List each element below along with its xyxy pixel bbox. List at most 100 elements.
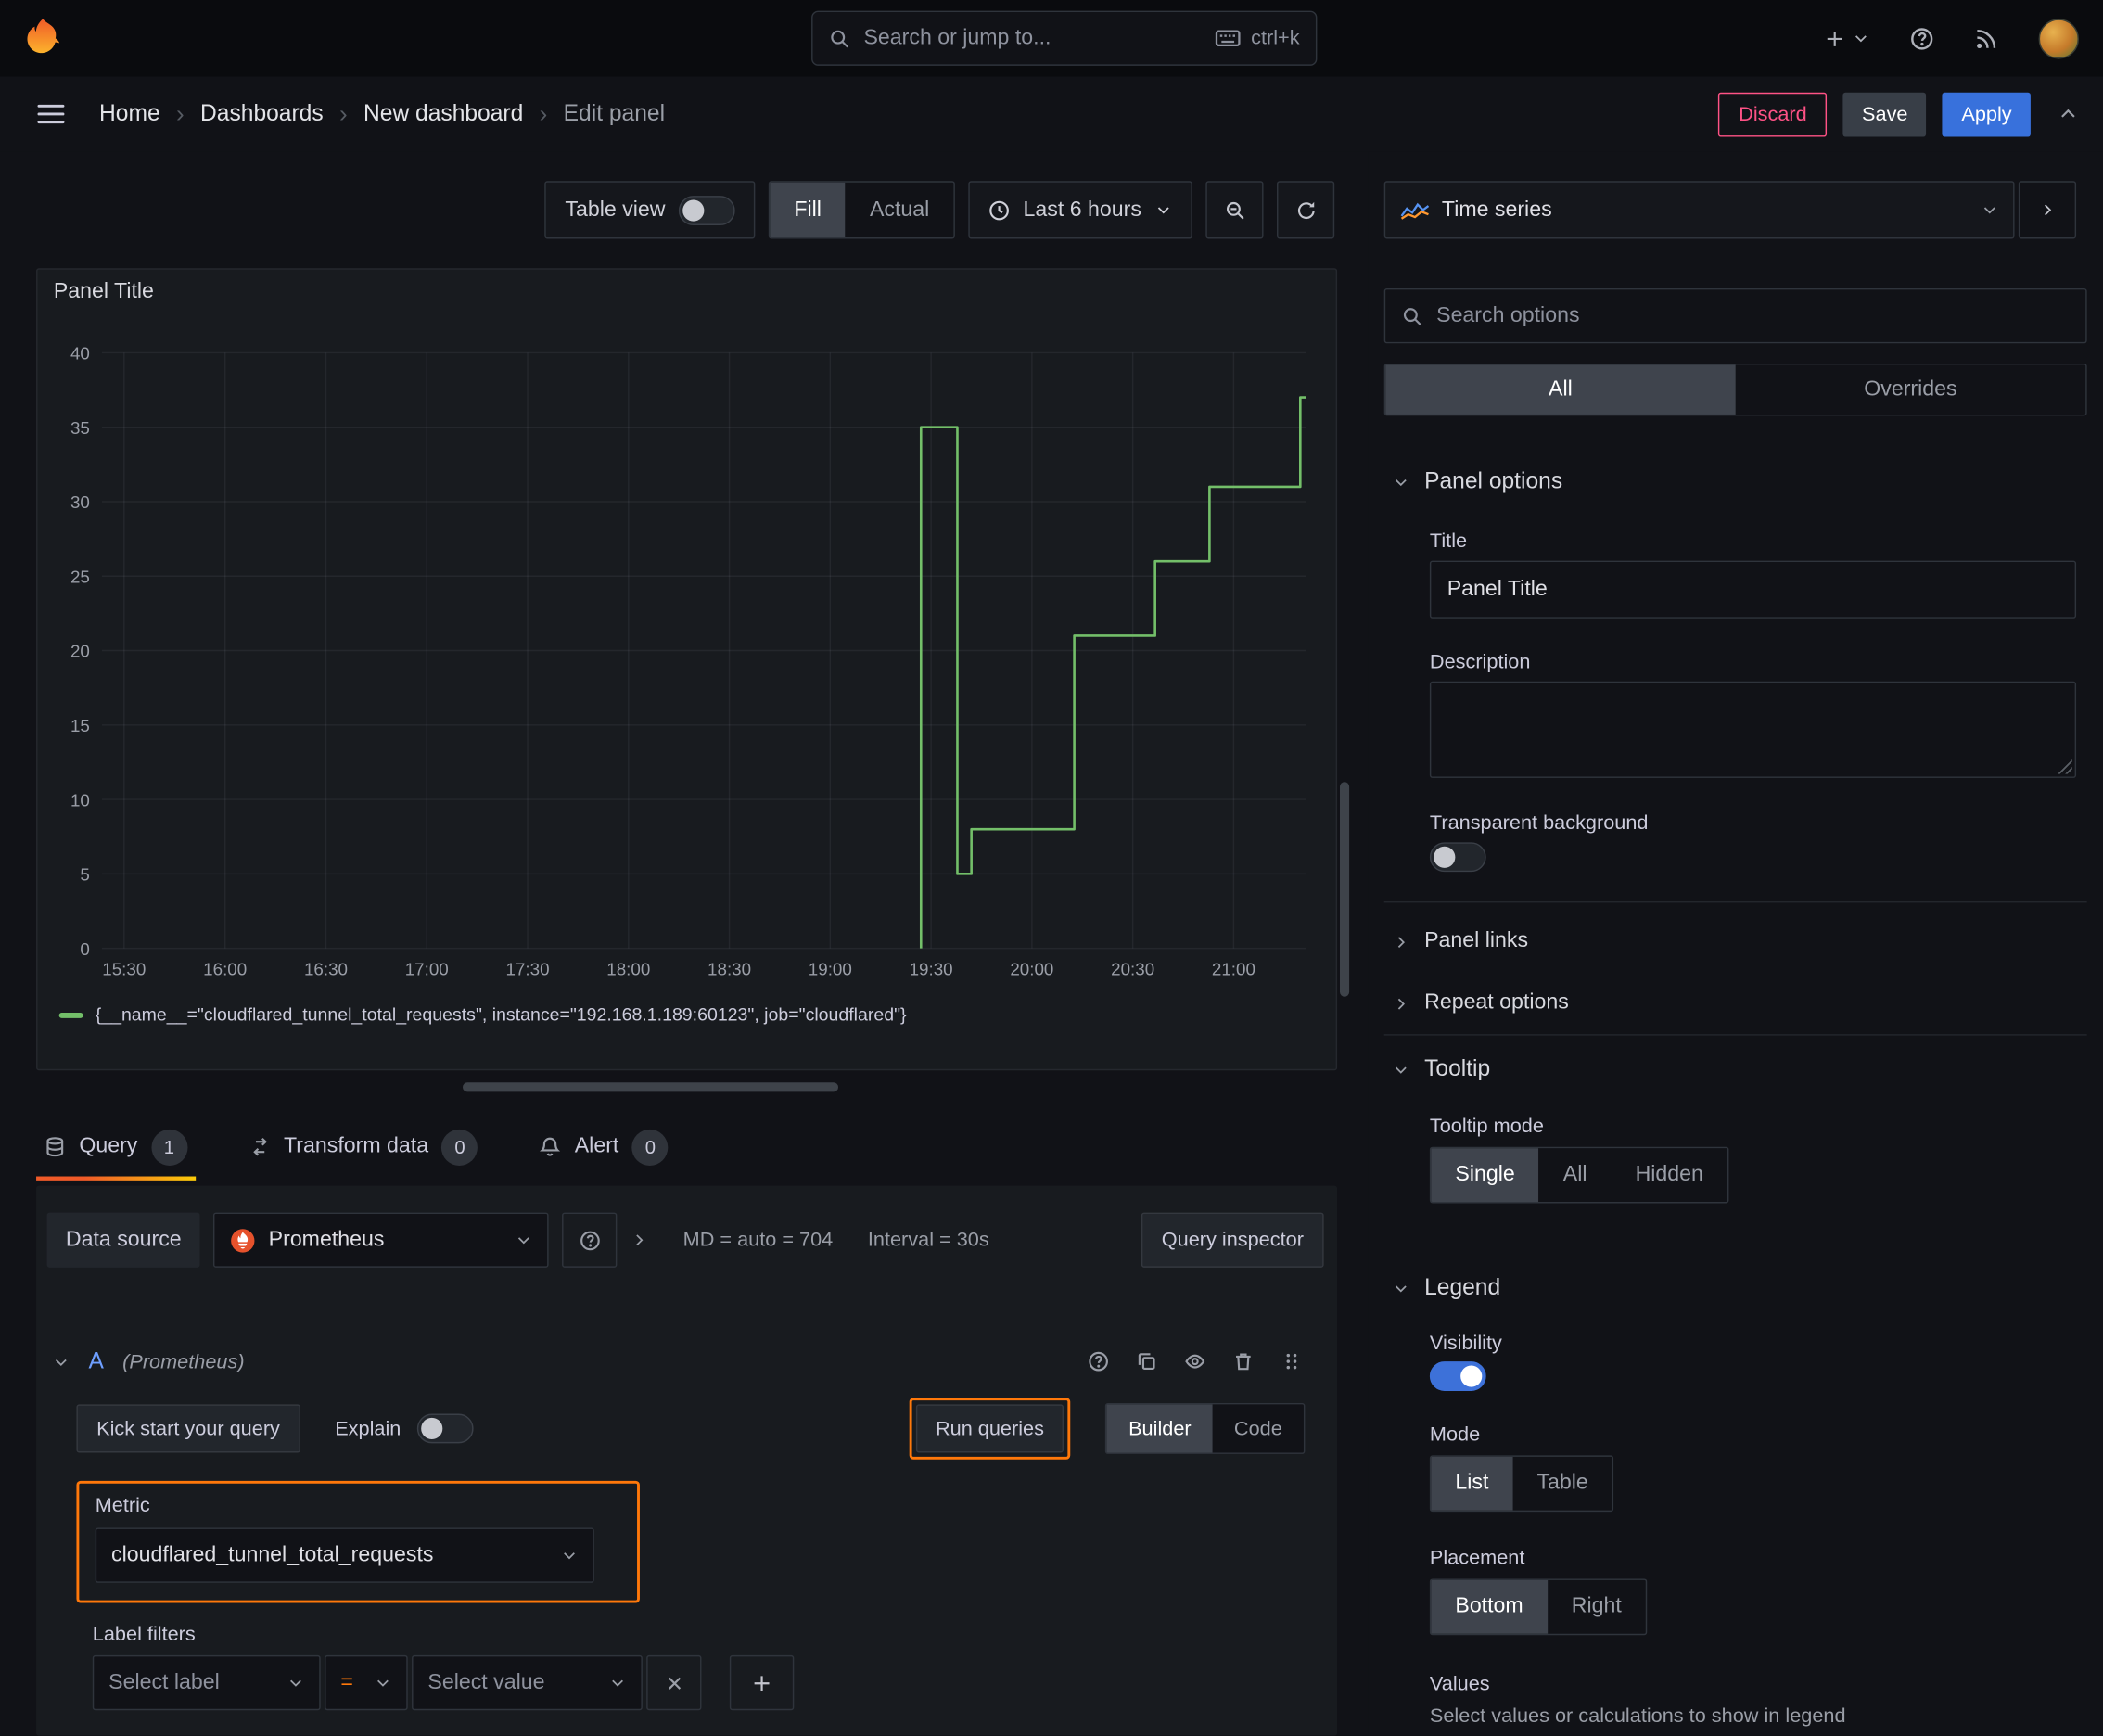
help-icon xyxy=(1910,26,1934,50)
zoom-out-icon xyxy=(1224,199,1245,221)
svg-text:20:00: 20:00 xyxy=(1010,960,1053,979)
query-actions-row: Kick start your query Explain Run querie… xyxy=(76,1397,1306,1461)
legend-label[interactable]: {__name__="cloudflared_tunnel_total_requ… xyxy=(96,1004,907,1025)
description-label: Description xyxy=(1429,650,1531,674)
resize-handle[interactable] xyxy=(2056,758,2072,774)
panel-options-header[interactable]: Panel options xyxy=(1392,468,1562,495)
tab-all[interactable]: All xyxy=(1385,364,1736,415)
explain-control: Explain xyxy=(335,1413,474,1444)
datasource-row: Data source Prometheus MD = auto = 704 I… xyxy=(46,1212,1324,1268)
values-label: Values xyxy=(1429,1672,1490,1696)
search-options-input[interactable]: Search options xyxy=(1383,287,2087,344)
prometheus-icon xyxy=(230,1227,257,1254)
legend-mode-label: Mode xyxy=(1429,1423,1481,1447)
fill-option[interactable]: Fill xyxy=(770,182,846,238)
query-row-header: A (Prometheus) xyxy=(52,1334,1302,1390)
save-button[interactable]: Save xyxy=(1842,92,1927,136)
title-input[interactable]: Panel Title xyxy=(1429,560,2077,619)
repeat-options-row[interactable]: Repeat options xyxy=(1392,973,2086,1035)
bell-icon xyxy=(540,1136,561,1157)
tooltip-mode-hidden[interactable]: Hidden xyxy=(1612,1148,1727,1202)
vertical-scrollbar[interactable] xyxy=(1339,782,1350,997)
run-queries-highlight: Run queries xyxy=(909,1398,1071,1460)
explain-toggle[interactable] xyxy=(416,1413,474,1444)
description-textarea[interactable] xyxy=(1429,681,2077,778)
run-queries-button[interactable]: Run queries xyxy=(915,1404,1064,1453)
select-label-placeholder: Select label xyxy=(108,1670,220,1694)
news-button[interactable] xyxy=(1974,26,1998,50)
menu-toggle-icon[interactable] xyxy=(37,104,65,124)
help-button[interactable] xyxy=(1910,26,1934,50)
discard-button[interactable]: Discard xyxy=(1718,92,1828,136)
help-icon xyxy=(580,1230,601,1251)
search-input[interactable]: Search or jump to... ctrl+k xyxy=(811,10,1318,66)
placement-right[interactable]: Right xyxy=(1548,1580,1646,1634)
refresh-button[interactable] xyxy=(1277,181,1335,239)
tab-overrides[interactable]: Overrides xyxy=(1736,364,2086,415)
tab-transform[interactable]: Transform data 0 xyxy=(241,1114,487,1181)
transparent-background-toggle[interactable] xyxy=(1429,842,1486,873)
table-view-toggle[interactable] xyxy=(678,195,735,225)
breadcrumb-dashboards[interactable]: Dashboards xyxy=(200,100,324,127)
operator-dropdown[interactable]: = xyxy=(325,1654,408,1711)
actual-option[interactable]: Actual xyxy=(846,183,953,237)
horizontal-scrollbar[interactable] xyxy=(463,1082,839,1092)
datasource-picker[interactable]: Prometheus xyxy=(213,1212,549,1268)
apply-button[interactable]: Apply xyxy=(1943,92,2031,136)
legend-header[interactable]: Legend xyxy=(1392,1274,1500,1301)
collapse-up-icon[interactable] xyxy=(2058,103,2079,124)
select-label-dropdown[interactable]: Select label xyxy=(92,1654,321,1711)
breadcrumb: Home › Dashboards › New dashboard › Edit… xyxy=(99,100,665,128)
tab-transform-label: Transform data xyxy=(284,1134,429,1158)
search-icon xyxy=(1402,305,1423,326)
grafana-logo[interactable] xyxy=(19,14,67,62)
duplicate-query-icon[interactable] xyxy=(1136,1351,1157,1372)
zoom-out-button[interactable] xyxy=(1205,181,1264,239)
label-filters-label: Label filters xyxy=(92,1623,196,1646)
placement-bottom[interactable]: Bottom xyxy=(1431,1579,1548,1634)
collapse-options-button[interactable] xyxy=(2018,181,2077,239)
chevron-down-icon xyxy=(1154,201,1172,219)
collapse-query-chevron-icon[interactable] xyxy=(52,1353,70,1371)
topbar-actions xyxy=(1824,0,2079,76)
editor-tabs: Query 1 Transform data 0 Alert 0 xyxy=(36,1114,676,1181)
metric-select[interactable]: cloudflared_tunnel_total_requests xyxy=(95,1527,594,1583)
select-value-dropdown[interactable]: Select value xyxy=(412,1654,643,1711)
tooltip-mode-single[interactable]: Single xyxy=(1431,1148,1539,1203)
builder-tab[interactable]: Builder xyxy=(1106,1404,1213,1453)
visibility-toggle[interactable] xyxy=(1429,1361,1486,1391)
query-ref-id[interactable]: A xyxy=(88,1348,103,1375)
code-tab[interactable]: Code xyxy=(1213,1404,1304,1452)
tab-query-label: Query xyxy=(79,1134,138,1158)
tab-alert[interactable]: Alert 0 xyxy=(531,1114,676,1181)
kickstart-button[interactable]: Kick start your query xyxy=(76,1404,300,1453)
visualization-picker[interactable]: Time series xyxy=(1383,181,2015,239)
legend-mode-table[interactable]: Table xyxy=(1512,1457,1612,1511)
panel-options-title: Panel options xyxy=(1424,467,1563,494)
divider xyxy=(1383,901,2087,903)
add-filter-button[interactable] xyxy=(729,1654,795,1711)
panel-links-row[interactable]: Panel links xyxy=(1392,911,2086,973)
tab-query[interactable]: Query 1 xyxy=(36,1114,196,1181)
datasource-help-button[interactable] xyxy=(562,1212,618,1268)
tooltip-header[interactable]: Tooltip xyxy=(1392,1055,1490,1082)
drag-handle-icon[interactable] xyxy=(1281,1351,1302,1372)
time-range-picker[interactable]: Last 6 hours xyxy=(968,181,1192,239)
user-avatar[interactable] xyxy=(2038,18,2079,58)
visibility-label: Visibility xyxy=(1429,1332,1502,1355)
svg-text:18:30: 18:30 xyxy=(707,960,751,979)
query-inspector-button[interactable]: Query inspector xyxy=(1141,1212,1324,1268)
breadcrumb-home[interactable]: Home xyxy=(99,100,160,127)
title-label: Title xyxy=(1429,530,1468,553)
remove-filter-button[interactable] xyxy=(646,1654,702,1711)
delete-query-icon[interactable] xyxy=(1232,1351,1254,1372)
toggle-visibility-icon[interactable] xyxy=(1184,1351,1205,1372)
expand-options-chevron-icon[interactable] xyxy=(631,1232,648,1249)
help-icon[interactable] xyxy=(1088,1351,1109,1372)
new-menu-button[interactable] xyxy=(1824,28,1869,49)
legend-mode-list[interactable]: List xyxy=(1431,1456,1513,1511)
tooltip-mode-all[interactable]: All xyxy=(1539,1148,1612,1202)
panel-title[interactable]: Panel Title xyxy=(54,280,154,304)
breadcrumb-new-dashboard[interactable]: New dashboard xyxy=(363,100,523,127)
timeseries-chart[interactable]: 0 5 10 15 20 25 30 35 40 15:30 16:00 16:30 17:00 17:3… xyxy=(48,326,1325,986)
